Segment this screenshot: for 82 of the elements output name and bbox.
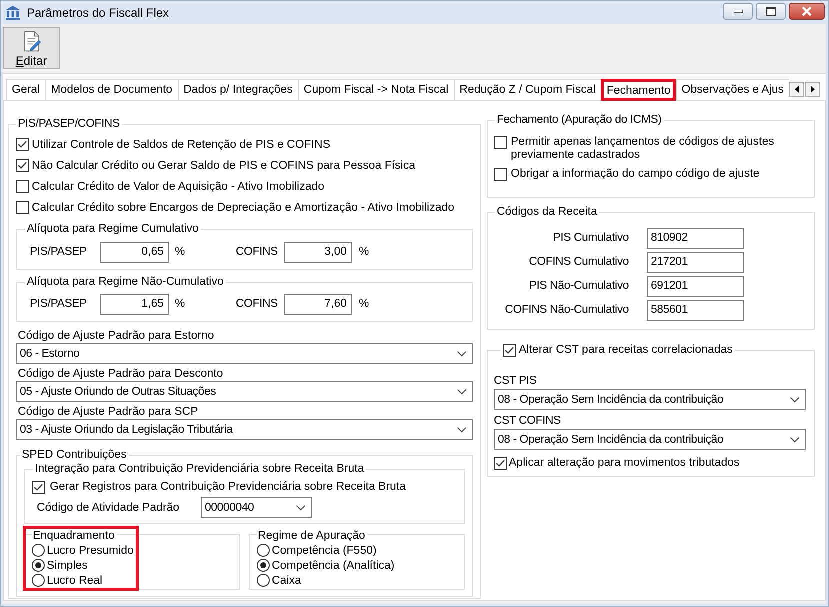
field-label: PIS Cumulativo [552,232,629,244]
chevron-down-icon [457,350,467,356]
group-title: SPED Contribuições [21,448,128,462]
field-label: Código de Atividade Padrão [36,502,181,514]
unit-label: % [174,246,186,258]
dropdown[interactable]: 08 - Operação Sem Incidência da contribuição [494,429,806,450]
triangle-right-icon [810,86,815,93]
code-field[interactable]: 810902 [647,228,744,248]
group-title: Alíquota para Regime Não-Cumulativo [26,275,225,289]
field-label: Código de Ajuste Padrão para SCP [17,405,200,419]
checkbox-option[interactable]: Utilizar Controle de Saldos de Retenção de PIS e COFINS [16,134,473,155]
unit-label: % [358,246,370,258]
dropdown[interactable]: 05 - Ajuste Oriundo de Outras Situações [16,381,473,402]
checkbox-option[interactable]: Gerar Registros para Contribuição Previdenciária sobre Receita Bruta [32,477,457,497]
dropdown[interactable]: 03 - Ajuste Oriundo da Legislação Tributária [16,419,473,440]
checkbox-option[interactable]: Alterar CST para receitas correlacionadas [503,342,733,358]
group-title: Fechamento (Apuração do ICMS) [496,113,663,127]
radio-option[interactable]: Competência (Analítica) [257,558,395,573]
field-label: PIS/PASEP [30,298,88,310]
tab[interactable]: Cupom Fiscal -> Nota Fiscal [298,79,454,100]
field-label: PIS Não-Cumulativo [528,280,629,292]
group-title: Enquadramento [32,529,117,543]
checkbox-option[interactable]: Aplicar alteração para movimentos tributados [494,456,806,470]
field-label: Código de Ajuste Padrão para Estorno [17,329,216,343]
code-field[interactable]: 585601 [647,300,744,320]
minimize-button[interactable] [723,3,753,20]
tab[interactable]: Redução Z / Cupom Fiscal [454,79,601,100]
checkbox-option[interactable]: Não Calcular Crédito ou Gerar Saldo de PIS e COFINS para Pessoa Física [16,155,473,176]
chevron-down-icon [296,504,306,510]
tab[interactable]: Dados p/ Integrações [178,79,298,100]
code-field[interactable]: 217201 [647,252,744,272]
dropdown[interactable]: 06 - Estorno [16,343,473,364]
field-label: COFINS Cumulativo [528,256,629,268]
tab[interactable]: Fechamento [600,79,676,101]
checkbox-option[interactable]: Permitir apenas lançamentos de códigos de ajustes previamente cadastrados [494,136,804,162]
unit-label: % [358,298,370,310]
field-label: CST PIS [494,374,538,388]
scroll-left-button[interactable] [789,82,804,97]
chevron-down-icon [790,396,800,402]
group-title: Alíquota para Regime Cumulativo [26,222,200,236]
rate-field[interactable]: 7,60 [284,294,352,314]
edit-button[interactable]: Editar [3,27,60,69]
window-title: Parâmetros do Fiscall Flex [27,6,170,20]
checkbox-option[interactable]: Obrigar a informação do campo código de ajuste [494,168,808,181]
rate-field[interactable]: 1,65 [100,294,169,314]
minimize-icon [734,10,742,13]
field-label: COFINS [236,246,279,258]
rate-field[interactable]: 3,00 [284,242,352,262]
chevron-down-icon [457,388,467,394]
field-label: CST COFINS [494,414,562,428]
rate-field[interactable]: 0,65 [100,242,169,262]
close-button[interactable] [789,3,825,20]
scroll-right-button[interactable] [805,82,820,97]
maximize-icon [766,7,776,16]
field-label: COFINS [236,298,279,310]
radio-option[interactable]: Caixa [257,573,302,588]
field-label: Código de Ajuste Padrão para Desconto [17,367,224,381]
radio-option[interactable]: Lucro Presumido [32,543,134,558]
field-label: COFINS Não-Cumulativo [504,304,629,316]
tab[interactable]: Geral [6,79,46,100]
checkbox-option[interactable]: Calcular Crédito sobre Encargos de Depreciação e Amortização - Ativo Imobilizado [16,197,473,218]
code-field[interactable]: 691201 [647,276,744,296]
group-title: PIS/PASEP/COFINS [17,117,121,131]
checkbox-option[interactable]: Calcular Crédito de Valor de Aquisição - Ativo Imobilizado [16,176,473,197]
triangle-left-icon [794,86,799,93]
chevron-down-icon [790,436,800,442]
group-title: Códigos da Receita [496,205,598,219]
tab[interactable]: Modelos de Documento [45,79,178,100]
dropdown[interactable]: 08 - Operação Sem Incidência da contribuição [494,389,806,410]
unit-label: % [174,298,186,310]
dropdown[interactable]: 00000040 [201,497,312,518]
radio-option[interactable]: Competência (F550) [257,543,377,558]
chevron-down-icon [457,426,467,432]
close-icon [802,7,812,16]
field-label: PIS/PASEP [30,246,88,258]
building-icon [5,4,21,20]
radio-option[interactable]: Simples [32,558,88,573]
group-title: Integração para Contribuição Previdenciária sobre Receita Bruta [34,462,366,476]
tab[interactable]: Observações e Ajus [676,79,790,100]
group-title: Regime de Apuração [257,529,368,543]
maximize-button[interactable] [756,3,786,20]
radio-option[interactable]: Lucro Real [32,573,103,588]
